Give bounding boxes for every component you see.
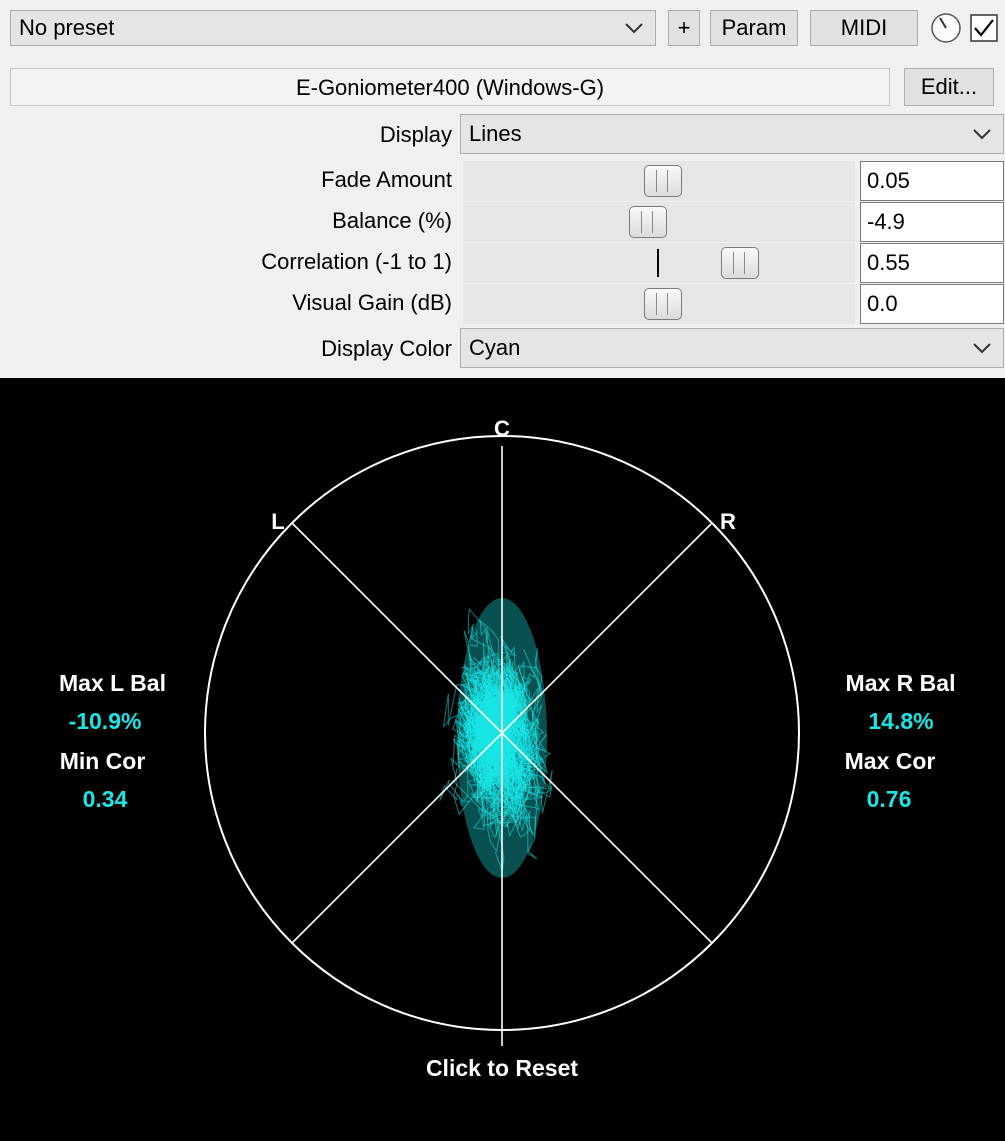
axis-label-r: R [720, 509, 736, 534]
chevron-down-icon [625, 23, 643, 34]
slider-thumb[interactable] [721, 247, 759, 279]
max-r-bal-label: Max R Bal [845, 670, 956, 696]
wet-knob-icon[interactable] [930, 12, 962, 44]
min-cor-value: 0.34 [82, 786, 128, 812]
param-button[interactable]: Param [710, 10, 798, 46]
display-label: Display [379, 122, 452, 147]
balance-label: Balance (%) [332, 208, 452, 233]
correlation-slider[interactable] [463, 243, 855, 283]
display-color-label: Display Color [321, 336, 452, 361]
max-cor-value: 0.76 [866, 786, 912, 812]
preset-dropdown[interactable]: No preset [10, 10, 656, 46]
add-preset-button[interactable]: + [668, 10, 700, 46]
edit-button[interactable]: Edit... [904, 68, 994, 106]
plugin-name: E-Goniometer400 (Windows-G) [295, 75, 605, 100]
max-l-bal-value: -10.9% [68, 708, 142, 734]
chevron-down-icon [973, 343, 991, 354]
center-tick [657, 249, 659, 277]
click-to-reset-label[interactable]: Click to Reset [402, 1055, 602, 1082]
display-dropdown[interactable]: Lines [460, 114, 1004, 154]
fade-amount-input[interactable]: 0.05 [860, 161, 1004, 201]
visual-gain-label: Visual Gain (dB) [292, 290, 452, 315]
max-r-bal-value: 14.8% [868, 708, 934, 734]
balance-slider[interactable] [463, 202, 855, 242]
fade-amount-slider[interactable] [463, 161, 855, 201]
min-cor-label: Min Cor [59, 748, 146, 774]
visual-gain-input[interactable]: 0.0 [860, 284, 1004, 324]
axis-label-c: C [494, 416, 510, 441]
max-l-bal-label: Max L Bal [59, 670, 166, 696]
axis-label-l: L [271, 509, 285, 534]
slider-thumb[interactable] [644, 165, 682, 197]
display-color-dropdown[interactable]: Cyan [460, 328, 1004, 368]
midi-button[interactable]: MIDI [810, 10, 918, 46]
slider-thumb[interactable] [629, 206, 667, 238]
fade-amount-label: Fade Amount [321, 167, 452, 192]
balance-input[interactable]: -4.9 [860, 202, 1004, 242]
plugin-name-bar: E-Goniometer400 (Windows-G) [10, 68, 890, 106]
max-cor-label: Max Cor [844, 748, 936, 774]
correlation-label: Correlation (-1 to 1) [261, 249, 452, 274]
visual-gain-slider[interactable] [463, 284, 855, 324]
correlation-input[interactable]: 0.55 [860, 243, 1004, 283]
display-color-value: Cyan [469, 335, 521, 360]
chevron-down-icon [973, 129, 991, 140]
preset-value: No preset [19, 15, 115, 40]
slider-thumb[interactable] [644, 288, 682, 320]
display-value: Lines [469, 121, 522, 146]
bypass-checkbox[interactable] [970, 14, 998, 42]
goniometer-display[interactable]: C L R Max L Bal -10.9% Min Cor 0.34 Max … [0, 378, 1005, 1141]
